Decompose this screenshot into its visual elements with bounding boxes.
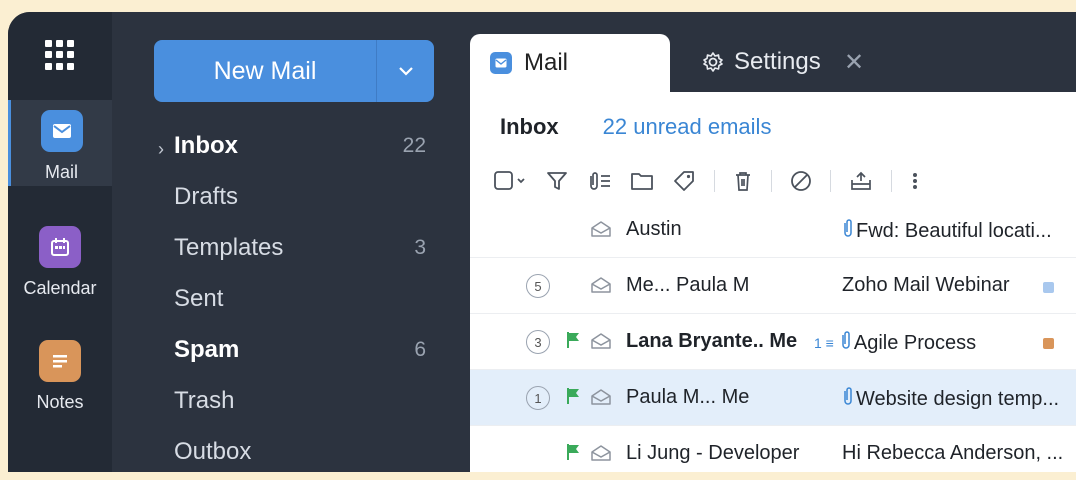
envelope-icon[interactable] (590, 220, 612, 244)
label-tag (1043, 282, 1054, 293)
attachment-filter-icon[interactable] (586, 170, 612, 192)
rail-label-notes: Notes (36, 392, 84, 412)
block-icon[interactable] (790, 170, 812, 192)
mail-icon (40, 110, 83, 152)
notes-icon (39, 340, 81, 382)
toolbar-divider (891, 170, 892, 192)
tab-mail-label: Mail (524, 49, 569, 76)
thread-count-badge: 1 (526, 386, 550, 410)
folder-name: Spam (174, 336, 240, 363)
folder-count: 3 (414, 236, 426, 259)
attachment-icon (842, 386, 854, 412)
close-icon[interactable]: ✕ (844, 48, 864, 77)
thread-count-badge: 3 (526, 330, 550, 354)
chevron-down-icon (398, 67, 413, 76)
list-toolbar (494, 166, 938, 196)
email-subject-cell: Fwd: Beautiful locati... (842, 218, 1052, 244)
folder-spam[interactable]: Spam 6 (174, 330, 426, 370)
app-grid-icon[interactable] (45, 40, 75, 70)
email-sender: Austin (626, 218, 682, 240)
email-subject: Hi Rebecca Anderson, ... (842, 442, 1064, 464)
email-row[interactable]: Li Jung - Developer Hi Rebecca Anderson, … (470, 426, 1076, 472)
email-subject-cell: 1 ≡ Agile Process (814, 330, 976, 356)
new-mail-dropdown[interactable] (376, 40, 434, 102)
folder-name: Sent (174, 285, 224, 312)
toolbar-divider (714, 170, 715, 192)
unread-filter-link[interactable]: 22 unread emails (603, 114, 772, 140)
email-row[interactable]: 1 Paula M... Me Website design temp... (470, 370, 1076, 426)
app-window: Mail Calendar Notes New Mail › Inbox 22 (8, 12, 1076, 472)
gear-icon (703, 52, 723, 72)
rail-item-mail[interactable]: Mail (8, 100, 112, 186)
toolbar-divider (830, 170, 831, 192)
folder-count: 22 (402, 134, 426, 157)
flag-icon[interactable] (566, 331, 580, 355)
email-row[interactable]: Austin Fwd: Beautiful locati... (470, 202, 1076, 258)
tag-icon[interactable] (672, 170, 696, 192)
thread-count-badge: 5 (526, 274, 550, 298)
folder-name: Drafts (174, 183, 239, 210)
rail-label-mail: Mail (44, 162, 78, 182)
toolbar-divider (771, 170, 772, 192)
app-rail: Mail Calendar Notes (8, 12, 112, 472)
email-subject: Agile Process (853, 331, 977, 354)
mail-list-pane: Inbox 22 unread emails Austin Fwd: Beaut… (470, 92, 1076, 472)
folder-name: Trash (174, 387, 235, 414)
folder-name: Inbox (174, 132, 238, 159)
note-count-badge: 1 ≡ (814, 335, 834, 351)
more-options-icon[interactable] (910, 170, 920, 192)
folder-name: Outbox (174, 438, 252, 465)
filter-icon[interactable] (546, 170, 568, 192)
trash-icon[interactable] (733, 170, 753, 192)
archive-icon[interactable] (849, 170, 873, 192)
folder-pane: New Mail › Inbox 22 Drafts Templates 3 S… (112, 12, 470, 472)
folder-templates[interactable]: Templates 3 (174, 228, 426, 268)
folder-name: Templates (174, 234, 284, 261)
folder-icon[interactable] (630, 170, 654, 192)
attachment-icon (842, 218, 854, 244)
email-sender: Li Jung - Developer (626, 442, 800, 464)
chevron-right-icon[interactable]: › (158, 139, 164, 160)
select-all-checkbox[interactable] (494, 170, 528, 192)
rail-item-calendar[interactable]: Calendar (8, 216, 112, 302)
flag-icon[interactable] (566, 387, 580, 411)
email-subject: Zoho Mail Webinar (842, 274, 1010, 296)
tab-settings-label: Settings (734, 48, 821, 75)
folder-trash[interactable]: Trash (174, 381, 426, 421)
email-subject: Fwd: Beautiful locati... (856, 219, 1052, 242)
flag-icon[interactable] (566, 443, 580, 467)
email-subject: Website design temp... (856, 387, 1060, 410)
folder-count: 6 (414, 338, 426, 361)
email-row[interactable]: 3 Lana Bryante.. Me 1 ≡ Agile Process (470, 314, 1076, 370)
new-mail-button[interactable]: New Mail (154, 40, 434, 102)
email-subject-cell: Website design temp... (842, 386, 1059, 412)
calendar-icon (39, 226, 81, 268)
envelope-icon[interactable] (590, 276, 612, 300)
tab-mail[interactable]: Mail (470, 34, 670, 92)
tab-bar: Mail Settings ✕ (470, 12, 1076, 92)
email-sender: Paula M... Me (626, 386, 750, 408)
folder-sent[interactable]: Sent (174, 279, 426, 319)
tab-settings[interactable]: Settings (702, 42, 821, 82)
folder-drafts[interactable]: Drafts (174, 177, 426, 217)
folder-inbox[interactable]: Inbox 22 (174, 126, 426, 166)
list-header: Inbox 22 unread emails (500, 114, 771, 140)
rail-label-calendar: Calendar (23, 278, 97, 298)
mail-icon (490, 52, 512, 74)
attachment-icon (840, 330, 852, 356)
email-subject-cell: Zoho Mail Webinar (842, 274, 1009, 297)
new-mail-label: New Mail (213, 56, 317, 85)
email-subject-cell: Hi Rebecca Anderson, ... (842, 442, 1063, 465)
rail-item-notes[interactable]: Notes (8, 330, 112, 416)
list-title: Inbox (500, 114, 559, 139)
label-tag (1043, 338, 1054, 349)
envelope-icon[interactable] (590, 444, 612, 468)
email-sender: Me... Paula M (626, 274, 750, 296)
email-sender: Lana Bryante.. Me (626, 330, 798, 352)
folder-outbox[interactable]: Outbox (174, 432, 426, 472)
envelope-icon[interactable] (590, 388, 612, 412)
envelope-icon[interactable] (590, 332, 612, 356)
email-row[interactable]: 5 Me... Paula M Zoho Mail Webinar (470, 258, 1076, 314)
